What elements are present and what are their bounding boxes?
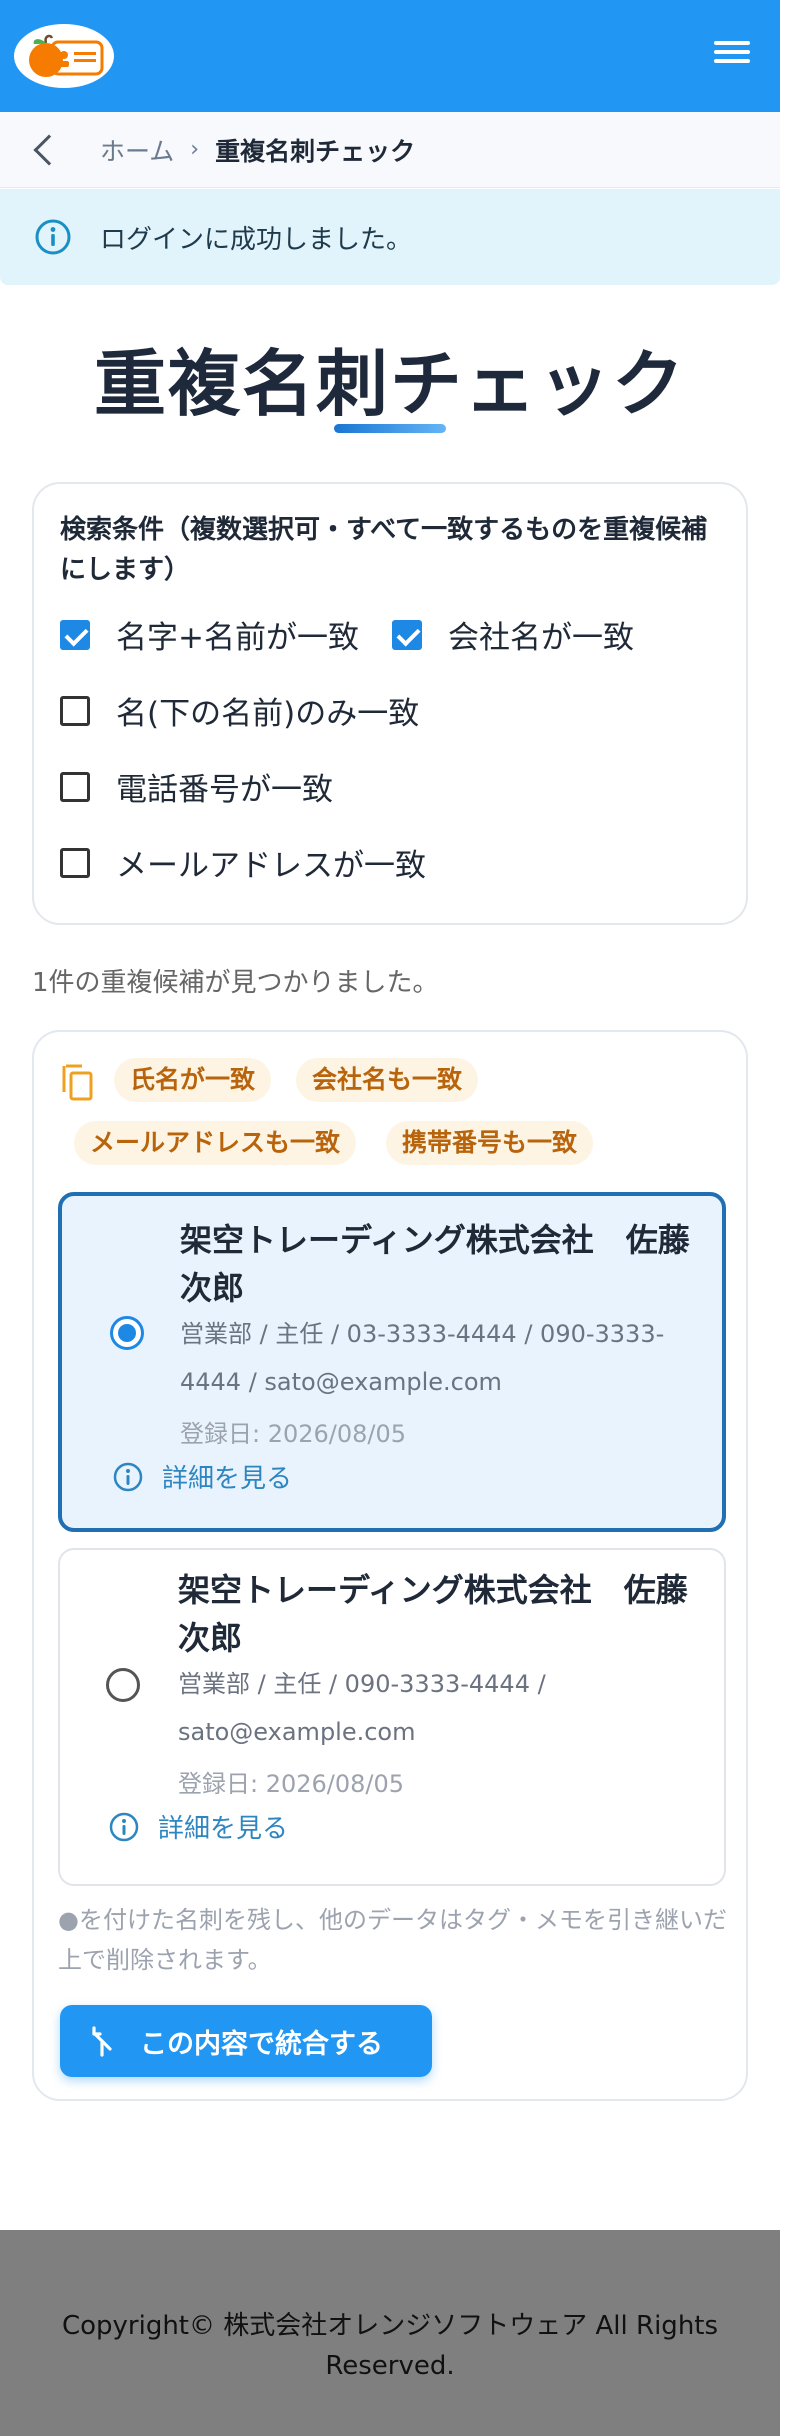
- candidate-card[interactable]: 架空トレーディング株式会社 佐藤 次郎 営業部 / 主任 / 090-3333-…: [58, 1548, 726, 1886]
- merge-icon: [92, 2026, 112, 2057]
- candidate-radio[interactable]: [106, 1668, 140, 1702]
- result-count-text: 1件の重複候補が見つかりました。: [32, 968, 439, 998]
- candidate-date: 登録日: 2026/08/05: [180, 1420, 407, 1448]
- candidate-card[interactable]: 架空トレーディング株式会社 佐藤 次郎 営業部 / 主任 / 03-3333-4…: [58, 1192, 726, 1532]
- condition-label: メールアドレスが一致: [116, 848, 426, 884]
- merge-button-label: この内容で統合する: [140, 2028, 383, 2060]
- match-tag: メールアドレスも一致: [74, 1121, 357, 1165]
- info-icon: [109, 1812, 139, 1841]
- match-tag: 氏名が一致: [114, 1058, 272, 1102]
- title-underline: [334, 424, 446, 433]
- view-details-label: 詳細を見る: [162, 1464, 293, 1494]
- match-tag: 会社名も一致: [296, 1058, 479, 1102]
- condition-label: 名字+名前が一致: [116, 620, 359, 656]
- condition-phone[interactable]: 電話番号が一致: [60, 764, 333, 809]
- checkbox[interactable]: [60, 847, 90, 878]
- condition-fullname[interactable]: 名字+名前が一致: [60, 612, 359, 657]
- merge-button[interactable]: この内容で統合する: [60, 2005, 432, 2077]
- breadcrumb-home-link[interactable]: ホーム: [100, 132, 174, 168]
- alert-message: ログインに成功しました。: [100, 224, 413, 255]
- footer: Copyright© 株式会社オレンジソフトウェア All Rights Res…: [0, 2230, 780, 2436]
- page: ホーム › 重複名刺チェック ログインに成功しました。 重複名刺チェック 検索条…: [0, 0, 780, 2436]
- duplicate-group-card: 氏名が一致 会社名も一致 メールアドレスも一致 携帯番号も一致 架空トレーディン…: [32, 1030, 748, 2101]
- logo-icon: [29, 34, 104, 77]
- view-details-link[interactable]: 詳細を見る: [112, 1458, 292, 1495]
- view-details-label: 詳細を見る: [158, 1814, 289, 1844]
- candidate-date: 登録日: 2026/08/05: [178, 1770, 405, 1798]
- app-header: [0, 0, 780, 112]
- breadcrumb-separator: ›: [190, 137, 200, 162]
- search-conditions-card: 検索条件（複数選択可・すべて一致するものを重複候補にします） 名字+名前が一致 …: [32, 482, 748, 925]
- view-details-link[interactable]: 詳細を見る: [108, 1808, 288, 1845]
- candidate-name: 架空トレーディング株式会社 佐藤 次郎: [178, 1571, 688, 1657]
- page-title: 重複名刺チェック: [93, 342, 686, 426]
- hamburger-menu-icon[interactable]: [710, 36, 754, 76]
- footer-copyright: Copyright© 株式会社オレンジソフトウェア All Rights Res…: [61, 2311, 719, 2381]
- condition-given-name[interactable]: 名(下の名前)のみ一致: [60, 688, 419, 733]
- checkbox[interactable]: [392, 619, 422, 650]
- candidate-detail: 営業部 / 主任 / 090-3333-4444 / sato@example.…: [178, 1670, 546, 1746]
- candidate-radio[interactable]: [110, 1316, 144, 1350]
- checkbox[interactable]: [60, 695, 90, 726]
- match-tag: 携帯番号も一致: [386, 1121, 594, 1165]
- info-icon: [113, 1462, 143, 1491]
- condition-email[interactable]: メールアドレスが一致: [60, 840, 426, 885]
- condition-company[interactable]: 会社名が一致: [392, 612, 634, 657]
- chevron-left-icon[interactable]: [33, 133, 65, 166]
- success-alert: ログインに成功しました。: [0, 189, 780, 285]
- conditions-title: 検索条件（複数選択可・すべて一致するものを重複候補にします）: [60, 515, 708, 585]
- info-icon: [35, 219, 71, 255]
- app-logo[interactable]: [14, 24, 114, 88]
- breadcrumb: ホーム › 重複名刺チェック: [0, 112, 780, 188]
- breadcrumb-current: 重複名刺チェック: [215, 136, 416, 166]
- condition-label: 電話番号が一致: [116, 772, 333, 808]
- checkbox[interactable]: [60, 771, 90, 802]
- condition-label: 会社名が一致: [448, 620, 634, 656]
- condition-label: 名(下の名前)のみ一致: [116, 696, 420, 732]
- checkbox[interactable]: [60, 619, 90, 650]
- candidate-name: 架空トレーディング株式会社 佐藤 次郎: [180, 1221, 690, 1307]
- candidate-detail: 営業部 / 主任 / 03-3333-4444 / 090-3333-4444 …: [180, 1320, 665, 1396]
- merge-note: ●を付けた名刺を残し、他のデータはタグ・メモを引き継いだ上で削除されます。: [58, 1906, 727, 1974]
- copy-icon: [62, 1064, 93, 1101]
